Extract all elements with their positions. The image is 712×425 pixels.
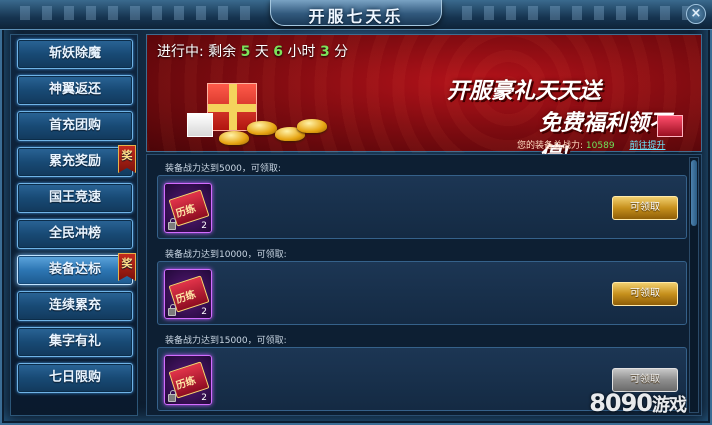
reward-item-slot[interactable]: 历练 2 [164, 355, 212, 405]
gold-ingot-icon [297, 119, 327, 133]
gift-box-small-icon [187, 113, 213, 137]
countdown-prefix: 进行中: 剩余 [157, 44, 237, 60]
sidebar-item-quanmin[interactable]: 全民冲榜 [17, 219, 133, 249]
reward-requirement: 装备战力达到10000，可领取: [165, 250, 287, 260]
countdown-hours-unit: 小时 [287, 44, 316, 60]
claim-button[interactable]: 可领取 [612, 282, 678, 306]
countdown: 进行中: 剩余 5 天 6 小时 3 分 [157, 41, 348, 61]
lock-icon [168, 390, 176, 402]
item-quantity: 2 [201, 307, 207, 317]
power-label: 您的装备总战力: [517, 141, 584, 151]
countdown-minutes-unit: 分 [334, 44, 349, 60]
gift-box-icon [657, 115, 683, 137]
item-quantity: 2 [201, 221, 207, 231]
title-ornament-right [462, 6, 692, 20]
watermark-text: 游戏 [652, 395, 687, 416]
claim-button[interactable]: 可领取 [612, 196, 678, 220]
gold-ingot-icon [247, 121, 277, 135]
scroll-thumb[interactable] [691, 160, 697, 226]
reward-badge: 奖 [118, 253, 136, 281]
sidebar-item-label: 国王竞速 [48, 190, 101, 205]
gold-ingot-icon [219, 131, 249, 145]
reward-item-slot[interactable]: 历练 2 [164, 183, 212, 233]
item-quantity: 2 [201, 393, 207, 403]
sidebar-item-label: 连续累充 [48, 298, 101, 313]
sidebar: 斩妖除魔 神翼返还 首充团购 累充奖励奖 国王竞速 全民冲榜 装备达标奖 连续累… [10, 34, 138, 416]
sidebar-item-guowang[interactable]: 国王竞速 [17, 183, 133, 213]
title-ornament-left [20, 6, 250, 20]
sidebar-item-label: 全民冲榜 [48, 226, 101, 241]
sidebar-item-jizi[interactable]: 集字有礼 [17, 327, 133, 357]
countdown-hours: 6 [273, 44, 284, 60]
sidebar-item-leichong[interactable]: 累充奖励 奖 [17, 145, 136, 177]
close-button[interactable]: × [686, 4, 706, 24]
sidebar-item-qiri[interactable]: 七日限购 [17, 363, 133, 393]
countdown-days-unit: 天 [254, 44, 269, 60]
sidebar-item-label: 斩妖除魔 [48, 46, 101, 61]
sidebar-item-label: 首充团购 [48, 118, 101, 133]
scrollbar[interactable] [689, 157, 699, 413]
reward-badge: 奖 [118, 145, 136, 173]
sidebar-item-shouchong[interactable]: 首充团购 [17, 111, 133, 141]
sidebar-item-zhanyao[interactable]: 斩妖除魔 [17, 39, 133, 69]
site-watermark: 8090游戏 [589, 389, 687, 417]
watermark-number: 8090 [589, 389, 653, 417]
event-banner: 进行中: 剩余 5 天 6 小时 3 分 开服豪礼天天送 免费福利领不停! 您的… [146, 34, 703, 168]
reward-requirement: 装备战力达到15000，可领取: [165, 336, 287, 346]
lock-icon [168, 218, 176, 230]
sidebar-item-zhuangbei[interactable]: 装备达标 奖 [17, 253, 136, 285]
lock-icon [168, 304, 176, 316]
equipment-power: 您的装备总战力: 10589 前往提升 [517, 138, 665, 151]
countdown-days: 5 [240, 44, 251, 60]
sidebar-item-label: 装备达标 [48, 262, 101, 277]
sidebar-item-shenyi[interactable]: 神翼返还 [17, 75, 133, 105]
reward-requirement: 装备战力达到5000，可领取: [165, 164, 281, 174]
sidebar-item-label: 累充奖励 [48, 154, 101, 169]
reward-row: 历练 2 可领取 [157, 261, 687, 325]
countdown-minutes: 3 [319, 44, 330, 60]
sidebar-item-label: 集字有礼 [48, 334, 101, 349]
item-label: 历练 [174, 289, 198, 306]
sidebar-item-lianxu[interactable]: 连续累充 [17, 291, 133, 321]
banner-slogan-line1: 开服豪礼天天送 [447, 78, 602, 104]
power-value: 10589 [585, 141, 615, 151]
sidebar-item-label: 七日限购 [48, 370, 101, 385]
item-label: 历练 [174, 203, 198, 220]
improve-power-link[interactable]: 前往提升 [629, 141, 665, 151]
item-label: 历练 [174, 375, 198, 392]
reward-item-slot[interactable]: 历练 2 [164, 269, 212, 319]
reward-list: 装备战力达到5000，可领取: 历练 2 可领取 装备战力达到10000，可领取… [146, 154, 702, 416]
window-title: 开服七天乐 [308, 7, 404, 26]
reward-row: 历练 2 可领取 [157, 175, 687, 239]
sidebar-item-label: 神翼返还 [48, 82, 101, 97]
